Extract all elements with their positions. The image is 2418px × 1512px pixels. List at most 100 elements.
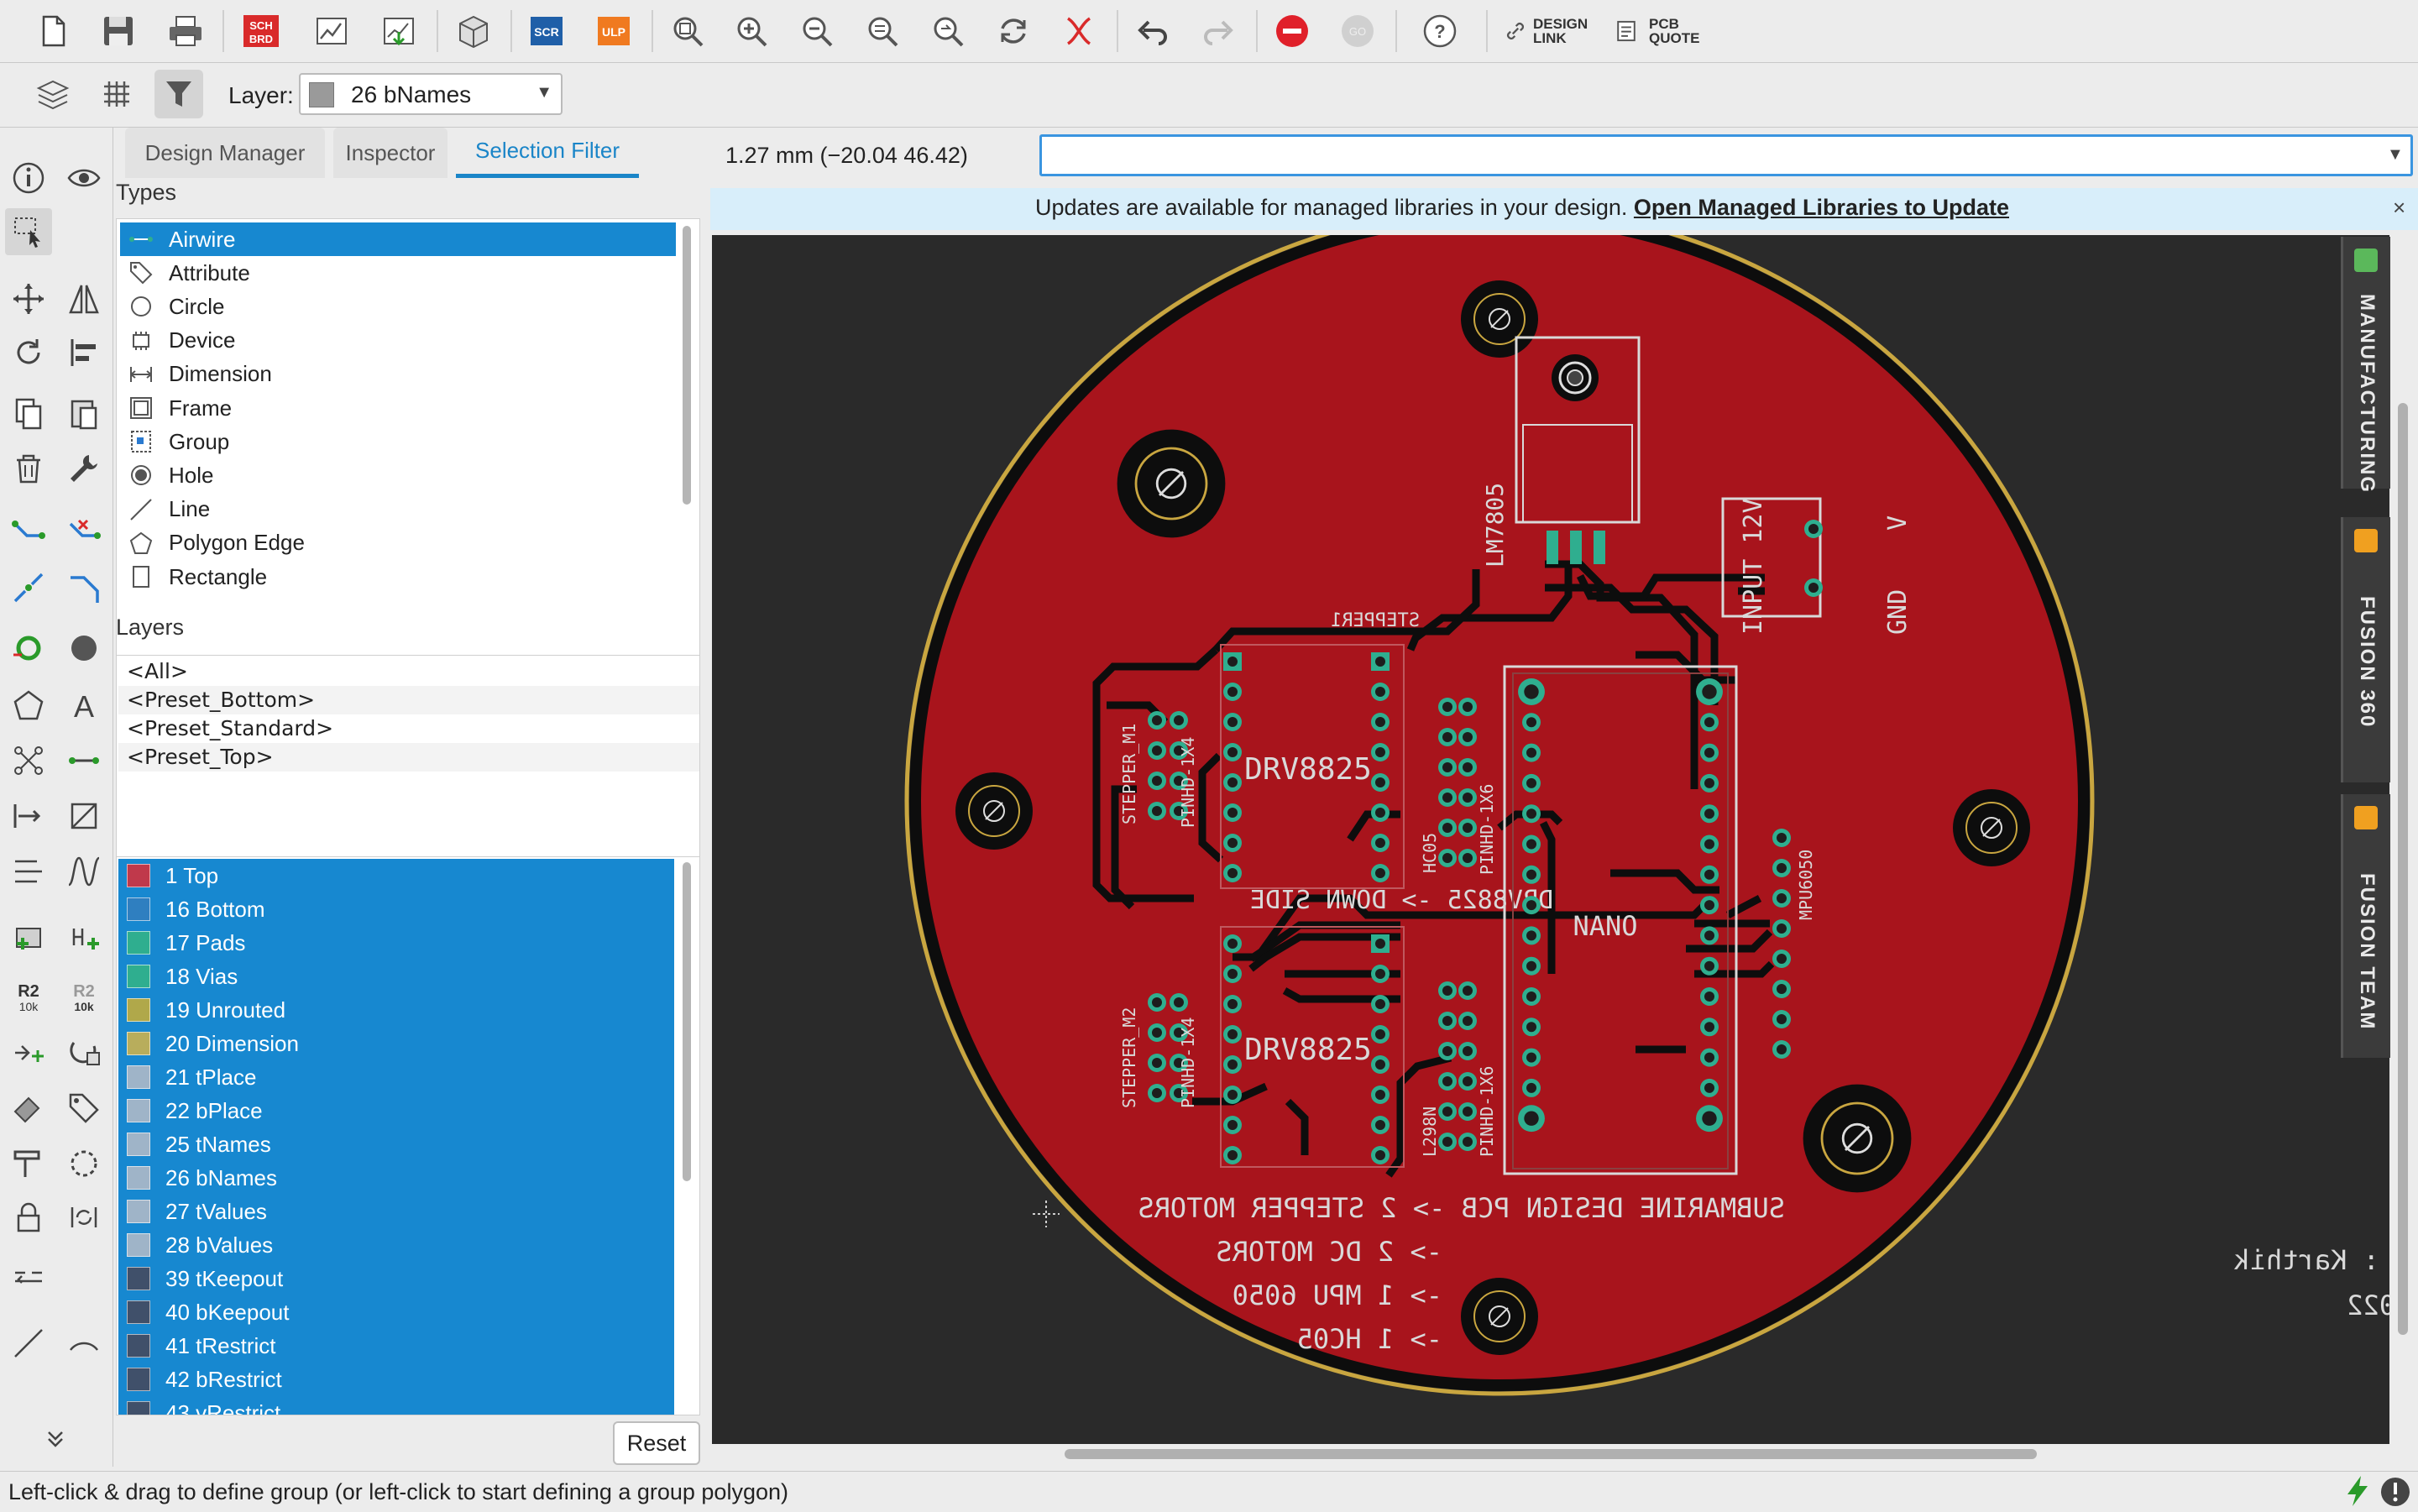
- quote-icon[interactable]: [1614, 7, 1639, 55]
- preset-item-bottom[interactable]: <Preset_Bottom>: [127, 688, 315, 712]
- zoom-out-icon[interactable]: [793, 7, 841, 55]
- layer-row[interactable]: 19 Unrouted: [118, 993, 674, 1027]
- print-icon[interactable]: [161, 7, 210, 55]
- design-link-button[interactable]: DESIGN LINK: [1533, 17, 1588, 45]
- reset-button[interactable]: Reset: [613, 1421, 700, 1465]
- help-icon[interactable]: ?: [1416, 7, 1464, 55]
- type-item[interactable]: Group: [120, 425, 676, 458]
- type-item[interactable]: Circle: [120, 290, 676, 323]
- side-tab-manufacturing[interactable]: MANUFACTURING: [2341, 237, 2390, 494]
- layers-scrollbar[interactable]: [683, 862, 691, 1181]
- attribute-tool-icon[interactable]: [60, 1085, 107, 1132]
- layer-row[interactable]: 22 bPlace: [118, 1094, 674, 1127]
- cam-processor-icon[interactable]: [307, 7, 356, 55]
- layer-row[interactable]: 27 tValues: [118, 1195, 674, 1228]
- mirror-icon[interactable]: [60, 275, 107, 322]
- type-item[interactable]: Airwire: [120, 222, 676, 256]
- tab-inspector[interactable]: Inspector: [333, 128, 447, 178]
- side-tab-fusion-team[interactable]: FUSION TEAM: [2341, 794, 2390, 1058]
- meander-icon[interactable]: [5, 848, 52, 895]
- board-canvas[interactable]: LM7805 INPUT 12V V GND STEPPER1 DRV8825: [712, 235, 2389, 1444]
- pcb-quote-button[interactable]: PCB QUOTE: [1649, 17, 1699, 45]
- info-icon[interactable]: [5, 154, 52, 201]
- swap-icon[interactable]: [5, 793, 52, 840]
- script-icon[interactable]: SCR: [522, 7, 571, 55]
- vertical-scrollbar[interactable]: [2398, 403, 2408, 1335]
- side-tab-fusion-360[interactable]: FUSION 360: [2341, 517, 2390, 782]
- redo-icon[interactable]: [1194, 7, 1243, 55]
- save-icon[interactable]: [94, 7, 143, 55]
- tab-selection-filter[interactable]: Selection Filter: [456, 128, 639, 178]
- eye-icon[interactable]: [60, 154, 107, 201]
- warning-icon[interactable]: [2379, 1476, 2411, 1508]
- type-item[interactable]: Attribute: [120, 256, 676, 290]
- hole-icon[interactable]: [60, 625, 107, 672]
- line-tool-icon[interactable]: [5, 1320, 52, 1367]
- lock-icon[interactable]: [5, 1194, 52, 1241]
- type-item[interactable]: Line: [120, 493, 676, 526]
- layer-row[interactable]: 39 tKeepout: [118, 1262, 674, 1295]
- zoom-in-icon[interactable]: [727, 7, 776, 55]
- delete-icon[interactable]: [5, 445, 52, 492]
- wrench-icon[interactable]: [60, 445, 107, 492]
- layer-row[interactable]: 20 Dimension: [118, 1027, 674, 1060]
- command-input[interactable]: [1039, 134, 2413, 176]
- align-icon[interactable]: [60, 329, 107, 376]
- via-icon[interactable]: [5, 625, 52, 672]
- type-item[interactable]: Device: [120, 324, 676, 358]
- layer-row[interactable]: 21 tPlace: [118, 1060, 674, 1094]
- layer-row[interactable]: 25 tNames: [118, 1127, 674, 1161]
- net-icon[interactable]: [5, 737, 52, 784]
- cam-export-icon[interactable]: [374, 7, 423, 55]
- split-icon[interactable]: [5, 566, 52, 613]
- layer-settings-icon[interactable]: [29, 70, 77, 118]
- tab-design-manager[interactable]: Design Manager: [125, 128, 325, 178]
- type-item[interactable]: Polygon Edge: [120, 526, 676, 560]
- layer-row[interactable]: 17 Pads: [118, 926, 674, 960]
- types-scrollbar[interactable]: [683, 226, 691, 505]
- lightning-icon[interactable]: [2341, 1474, 2374, 1508]
- expand-chevron-icon[interactable]: [32, 1414, 79, 1461]
- preset-item-standard[interactable]: <Preset_Standard>: [127, 716, 333, 740]
- paint-icon[interactable]: [5, 1085, 52, 1132]
- 3d-view-icon[interactable]: [448, 7, 497, 55]
- grid-icon[interactable]: [92, 70, 141, 118]
- zoom-fit-icon[interactable]: [663, 7, 712, 55]
- replace-part-icon[interactable]: [60, 913, 107, 960]
- link-icon[interactable]: [1503, 7, 1528, 55]
- add-part-icon[interactable]: [5, 913, 52, 960]
- ratsnest-icon[interactable]: [1055, 7, 1103, 55]
- stop-icon[interactable]: [1268, 7, 1316, 55]
- layer-row[interactable]: 16 Bottom: [118, 892, 674, 926]
- horizontal-scrollbar[interactable]: [1065, 1449, 2037, 1459]
- arc-icon[interactable]: [60, 1320, 107, 1367]
- slice-icon[interactable]: [60, 793, 107, 840]
- optimize-icon[interactable]: [5, 1029, 52, 1076]
- layer-row[interactable]: 26 bNames: [118, 1161, 674, 1195]
- type-item[interactable]: Dimension: [120, 358, 676, 391]
- dashed-circle-icon[interactable]: [60, 1140, 107, 1187]
- update-icon[interactable]: [60, 1194, 107, 1241]
- chevron-down-icon[interactable]: ▼: [2387, 145, 2404, 165]
- separator-icon[interactable]: [5, 1253, 52, 1300]
- selection-filter-icon[interactable]: [154, 70, 203, 118]
- redraw-icon[interactable]: [989, 7, 1038, 55]
- layer-row[interactable]: 41 tRestrict: [118, 1329, 674, 1363]
- layer-row[interactable]: 28 bValues: [118, 1228, 674, 1262]
- preset-item-top[interactable]: <Preset_Top>: [127, 745, 274, 769]
- move-icon[interactable]: [5, 275, 52, 322]
- brush-icon[interactable]: [5, 1140, 52, 1187]
- sch-brd-switch-icon[interactable]: SCH BRD: [237, 7, 285, 55]
- group-select-icon[interactable]: [5, 208, 52, 255]
- polygon-icon[interactable]: [5, 682, 52, 729]
- zoom-select-icon[interactable]: [858, 7, 907, 55]
- ripup-icon[interactable]: [60, 512, 107, 559]
- type-item[interactable]: Frame: [120, 391, 676, 425]
- layer-row[interactable]: 43 vRestrict: [118, 1396, 674, 1415]
- zoom-previous-icon[interactable]: [924, 7, 972, 55]
- smash-icon[interactable]: [60, 1029, 107, 1076]
- name-tool[interactable]: R2 10k: [60, 976, 107, 1023]
- close-icon[interactable]: ×: [2393, 195, 2405, 221]
- open-managed-libraries-link[interactable]: Open Managed Libraries to Update: [1634, 195, 2009, 220]
- rotate-icon[interactable]: [5, 329, 52, 376]
